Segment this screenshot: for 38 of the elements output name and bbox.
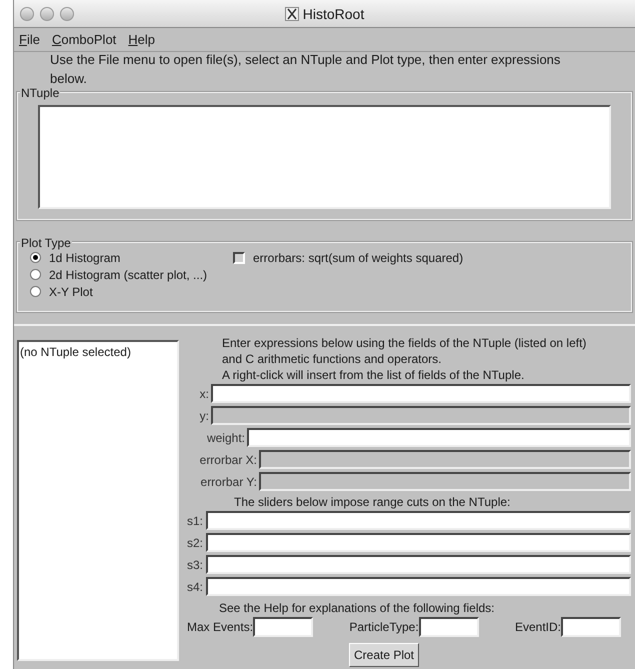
menu-item[interactable]: Help (128, 30, 156, 50)
field-label: EventID: (514, 619, 561, 636)
range-cut-field[interactable] (206, 511, 631, 530)
field-label: s1: (187, 512, 204, 530)
create-plot-button[interactable]: Create Plot (348, 643, 420, 667)
errorbars-checkbox[interactable]: errorbars: sqrt(sum of weights squared) (233, 249, 464, 266)
range-cut-field[interactable] (206, 533, 631, 552)
field-label: s3: (187, 556, 204, 574)
fields-help-text: See the Help for explanations of the following fields: (218, 600, 496, 617)
help-text: Enter expressions below using the fields of the NTuple (listed on left) (222, 335, 588, 351)
x-window-icon (284, 7, 299, 21)
field-label: s4: (187, 578, 204, 596)
radio-option[interactable]: 1d Histogram (30, 249, 233, 266)
input-field[interactable] (418, 617, 479, 637)
field-label: errorbar X: (198, 452, 258, 468)
input-field[interactable] (253, 617, 314, 637)
field-label: weight: (206, 430, 246, 446)
range-cut-field[interactable] (206, 577, 631, 596)
field-label: ParticleType: (349, 619, 419, 636)
menu-item[interactable]: ComboPlot (52, 30, 116, 50)
field-label: errorbar Y: (200, 474, 258, 490)
field-label: x: (198, 386, 210, 402)
input-field[interactable] (561, 617, 621, 637)
expression-field[interactable] (247, 428, 631, 447)
radio-option[interactable]: 2d Histogram (scatter plot, ...) (30, 266, 233, 283)
radio-option[interactable]: X-Y Plot (30, 283, 233, 300)
field-label: Max Events: (187, 619, 254, 636)
sliders-text: The sliders below impose range cuts on the NTuple: (233, 494, 512, 511)
ntuple-list[interactable] (38, 105, 611, 209)
list-item[interactable]: (no NTuple selected) (20, 343, 176, 361)
field-label: s2: (187, 534, 204, 552)
range-cut-field[interactable] (206, 555, 631, 574)
expression-field[interactable] (211, 384, 631, 403)
window-title: HistoRoot (302, 4, 364, 24)
field-label: y: (198, 408, 210, 424)
help-text: and C arithmetic functions and operators. (222, 351, 442, 367)
help-text: A right-click will insert from the list of fields of the NTuple. (222, 367, 526, 383)
menu-item[interactable]: File (19, 30, 40, 50)
